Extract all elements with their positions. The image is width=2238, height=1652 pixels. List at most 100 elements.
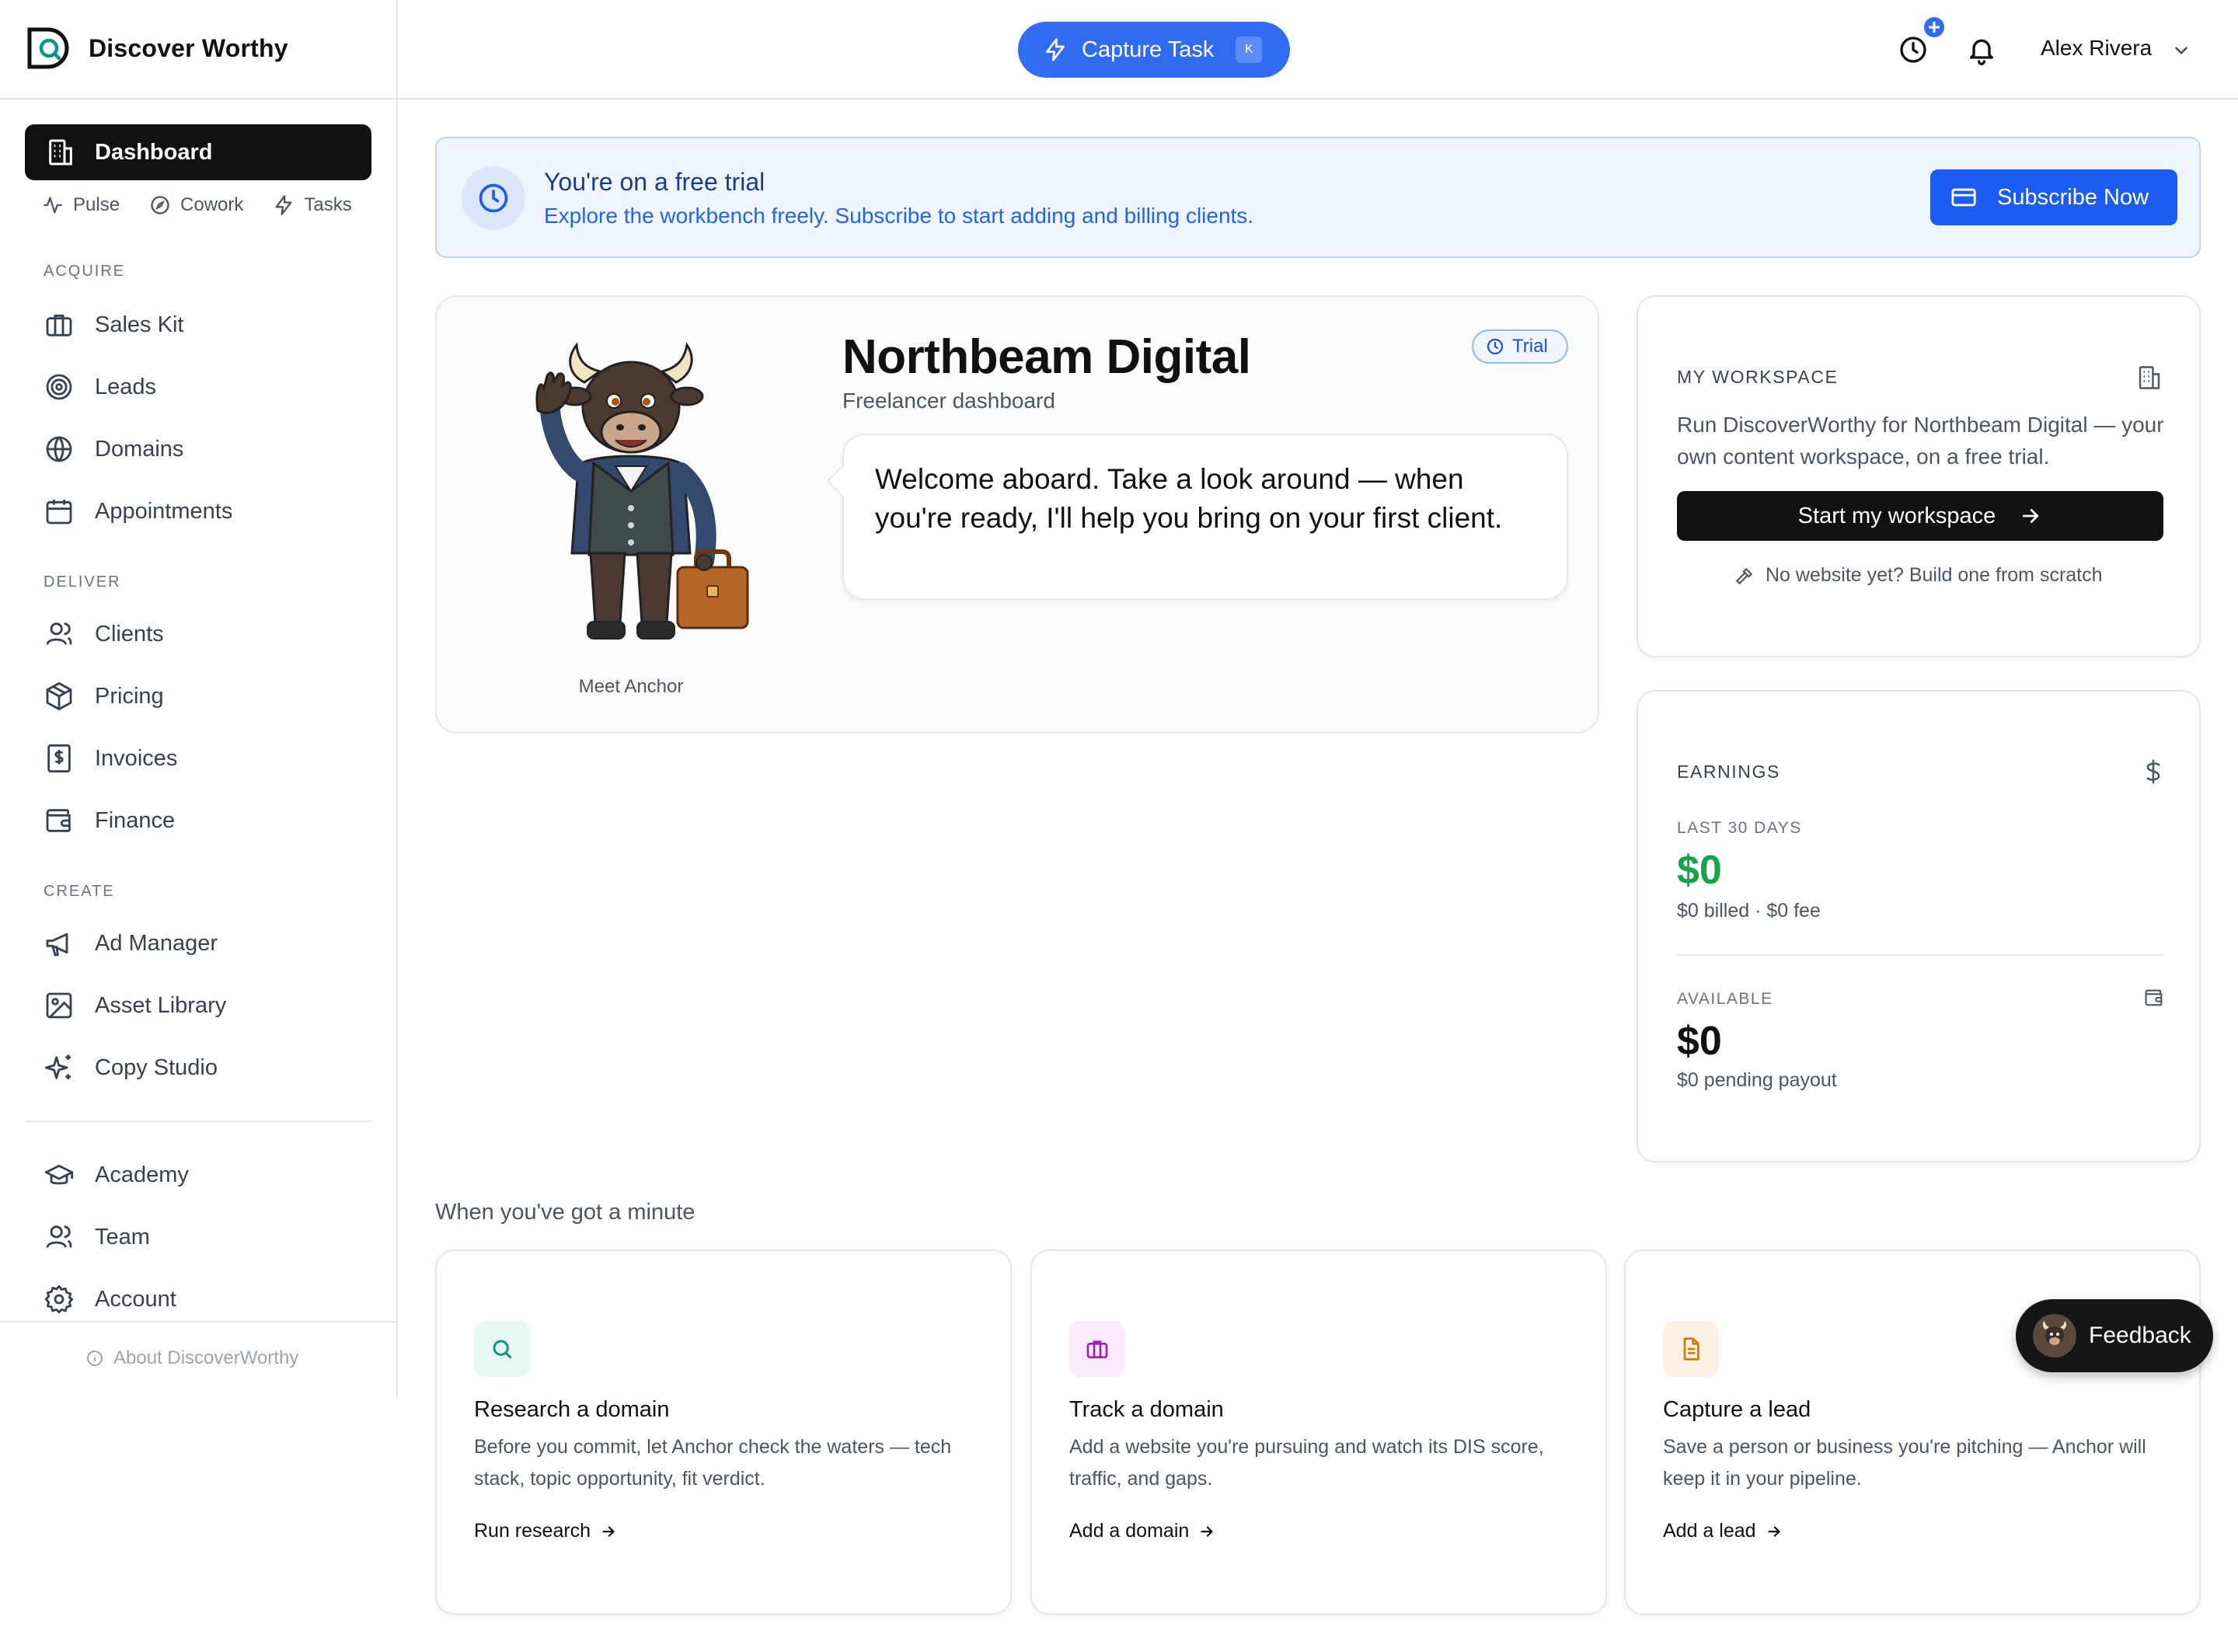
earnings-separator bbox=[1677, 954, 2163, 956]
workspace-subtitle: Freelancer dashboard bbox=[842, 389, 1055, 413]
sidebar-divider bbox=[396, 0, 398, 99]
gear-icon bbox=[44, 1284, 74, 1314]
document-icon bbox=[1663, 1321, 1719, 1377]
subscribe-now-button[interactable]: Subscribe Now bbox=[1930, 169, 2177, 225]
add-lead-link[interactable]: Add a lead bbox=[1663, 1520, 1783, 1542]
arrow-right-icon bbox=[1201, 1525, 1214, 1537]
sidebar-item-sales-kit[interactable]: Sales Kit bbox=[44, 309, 183, 340]
graduation-cap-icon bbox=[44, 1164, 74, 1185]
user-menu[interactable]: Alex Rivera bbox=[2041, 36, 2152, 61]
package-icon bbox=[46, 681, 72, 711]
subscribe-now-label: Subscribe Now bbox=[1997, 184, 2149, 210]
available-label: AVAILABLE bbox=[1677, 990, 1773, 1008]
section-label-acquire: ACQUIRE bbox=[44, 263, 126, 280]
sidebar-item-team[interactable]: Team bbox=[44, 1222, 150, 1253]
action-title: Research a domain bbox=[474, 1397, 670, 1422]
sidebar-item-label: Invoices bbox=[95, 745, 178, 771]
track-domain-card[interactable]: Track a domain Add a website you're purs… bbox=[1030, 1249, 1607, 1615]
wallet-icon bbox=[2145, 989, 2163, 1006]
pulse-icon bbox=[44, 197, 62, 214]
sidebar-item-account[interactable]: Account bbox=[44, 1284, 176, 1315]
sidebar-item-finance[interactable]: Finance bbox=[44, 805, 175, 836]
sidebar-item-label: Asset Library bbox=[95, 992, 227, 1018]
sidebar-item-label: Leads bbox=[95, 374, 157, 399]
mascot-avatar-icon bbox=[2033, 1314, 2076, 1357]
discover-worthy-logo-icon bbox=[27, 27, 69, 69]
sidebar-item-copy-studio[interactable]: Copy Studio bbox=[44, 1052, 218, 1083]
shortcut-key: K bbox=[1236, 37, 1263, 63]
subnav-cowork[interactable]: Cowork bbox=[149, 194, 243, 216]
bell-icon[interactable] bbox=[1966, 34, 1997, 65]
arrow-right-icon bbox=[2023, 509, 2040, 523]
pending-payout-detail: $0 pending payout bbox=[1677, 1069, 1837, 1091]
trial-status-badge: Trial bbox=[1472, 329, 1568, 364]
sidebar-item-label: Pricing bbox=[95, 683, 164, 709]
chevron-down-icon[interactable] bbox=[2171, 40, 2191, 61]
section-label-create: CREATE bbox=[44, 883, 115, 900]
megaphone-icon bbox=[46, 932, 68, 957]
user-icon bbox=[46, 622, 72, 645]
compass-icon bbox=[151, 196, 169, 214]
image-icon bbox=[46, 992, 72, 1019]
sidebar-item-label: Appointments bbox=[95, 498, 233, 524]
my-workspace-card: MY WORKSPACE Run DiscoverWorthy for Nort… bbox=[1637, 295, 2201, 657]
start-workspace-button[interactable]: Start my workspace bbox=[1677, 491, 2163, 541]
feedback-label: Feedback bbox=[2089, 1323, 2191, 1348]
action-link-label: Add a domain bbox=[1069, 1520, 1190, 1542]
mascot-caption: Meet Anchor bbox=[578, 676, 684, 697]
run-research-link[interactable]: Run research bbox=[474, 1520, 617, 1542]
action-description: Add a website you're pursuing and watch … bbox=[1069, 1436, 1544, 1490]
action-link-label: Add a lead bbox=[1663, 1520, 1756, 1542]
available-amount: $0 bbox=[1677, 1019, 1722, 1064]
app-logo[interactable]: Discover Worthy bbox=[25, 25, 288, 71]
sidebar-item-domains[interactable]: Domains bbox=[44, 434, 183, 465]
sidebar-item-clients[interactable]: Clients bbox=[44, 619, 164, 650]
sidebar-item-label: Ad Manager bbox=[95, 930, 218, 956]
sidebar-item-asset-library[interactable]: Asset Library bbox=[44, 990, 226, 1021]
subnav-label: Pulse bbox=[73, 194, 120, 215]
sidebar-item-invoices[interactable]: Invoices bbox=[44, 743, 177, 774]
workspace-title: Northbeam Digital bbox=[842, 330, 1251, 384]
subnav-pulse[interactable]: Pulse bbox=[42, 194, 120, 216]
sidebar-item-leads[interactable]: Leads bbox=[44, 371, 156, 403]
sidebar-item-pricing[interactable]: Pricing bbox=[44, 681, 164, 712]
clock-icon[interactable] bbox=[1898, 34, 1929, 65]
research-domain-card[interactable]: Research a domain Before you commit, let… bbox=[435, 1249, 1012, 1615]
sidebar-item-label: Copy Studio bbox=[95, 1054, 218, 1080]
section-label-deliver: DELIVER bbox=[44, 573, 121, 591]
action-link-label: Run research bbox=[474, 1520, 591, 1542]
subnav-label: Cowork bbox=[180, 194, 244, 215]
subnav-tasks[interactable]: Tasks bbox=[273, 194, 352, 216]
quick-actions-heading: When you've got a minute bbox=[435, 1200, 695, 1225]
users-icon bbox=[46, 1225, 72, 1248]
arrow-right-icon bbox=[602, 1525, 615, 1537]
sidebar-item-label: Clients bbox=[95, 621, 164, 647]
action-title: Capture a lead bbox=[1663, 1397, 1811, 1422]
earnings-card-label: EARNINGS bbox=[1677, 762, 1780, 782]
earnings-card: EARNINGS LAST 30 DAYS $0 $0 billed · $0 … bbox=[1637, 690, 2201, 1162]
globe-icon bbox=[46, 436, 72, 463]
feedback-button[interactable]: Feedback bbox=[2016, 1299, 2213, 1372]
sidebar-item-ad-manager[interactable]: Ad Manager bbox=[44, 928, 218, 959]
capture-task-button[interactable]: Capture Task K bbox=[1018, 22, 1290, 78]
last-30-days-label: LAST 30 DAYS bbox=[1677, 819, 1802, 837]
about-label: About DiscoverWorthy bbox=[113, 1347, 299, 1368]
sidebar-item-label: Team bbox=[95, 1224, 150, 1249]
about-link[interactable]: About DiscoverWorthy bbox=[85, 1347, 298, 1369]
build-website-label: No website yet? Build one from scratch bbox=[1766, 564, 2103, 586]
add-domain-link[interactable]: Add a domain bbox=[1069, 1520, 1215, 1542]
sidebar-item-label: Sales Kit bbox=[95, 312, 184, 337]
hammer-icon bbox=[1735, 567, 1753, 584]
sidebar-item-dashboard[interactable]: Dashboard bbox=[25, 124, 371, 180]
search-icon bbox=[474, 1321, 530, 1377]
build-website-link[interactable]: No website yet? Build one from scratch bbox=[1734, 564, 2103, 587]
briefcase-icon bbox=[46, 314, 72, 336]
arrow-right-icon bbox=[1768, 1525, 1780, 1537]
sidebar-item-academy[interactable]: Academy bbox=[44, 1159, 189, 1190]
dollar-icon bbox=[2146, 759, 2160, 784]
sidebar-item-appointments[interactable]: Appointments bbox=[44, 496, 232, 527]
banner-subtitle: Explore the workbench freely. Subscribe … bbox=[544, 204, 1254, 228]
mascot-message: Welcome aboard. Take a look around — whe… bbox=[875, 463, 1503, 534]
bolt-icon bbox=[275, 195, 292, 215]
sidebar: Dashboard Pulse Cowork Tasks ACQUIRE Sal… bbox=[0, 99, 398, 1399]
